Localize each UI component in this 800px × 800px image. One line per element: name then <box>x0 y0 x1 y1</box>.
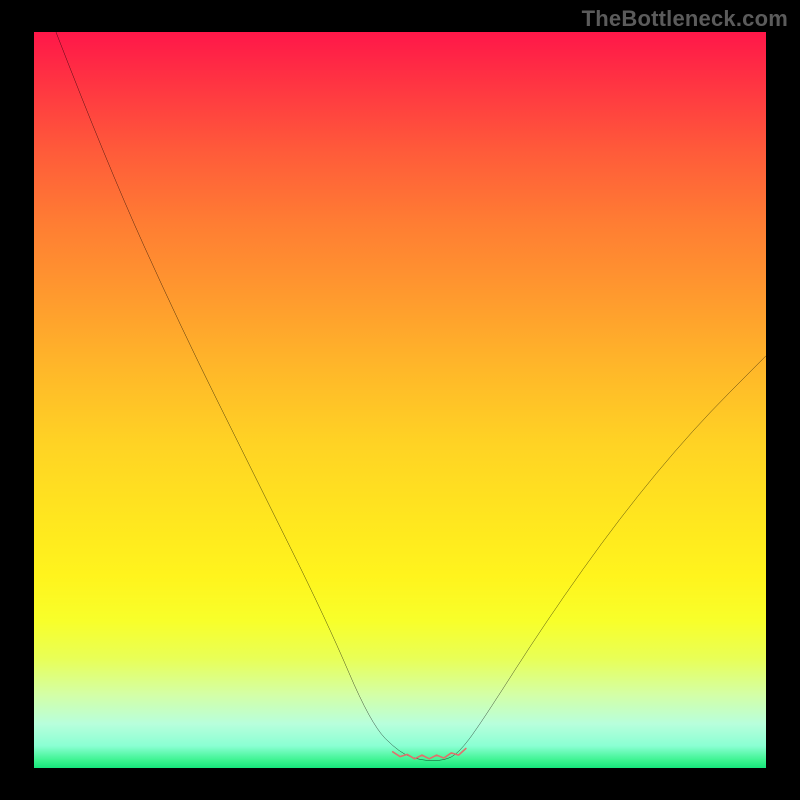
chart-svg <box>34 32 766 768</box>
bottleneck-curve-path <box>56 32 766 761</box>
plot-area <box>34 32 766 768</box>
chart-frame: TheBottleneck.com <box>0 0 800 800</box>
watermark-text: TheBottleneck.com <box>582 6 788 32</box>
